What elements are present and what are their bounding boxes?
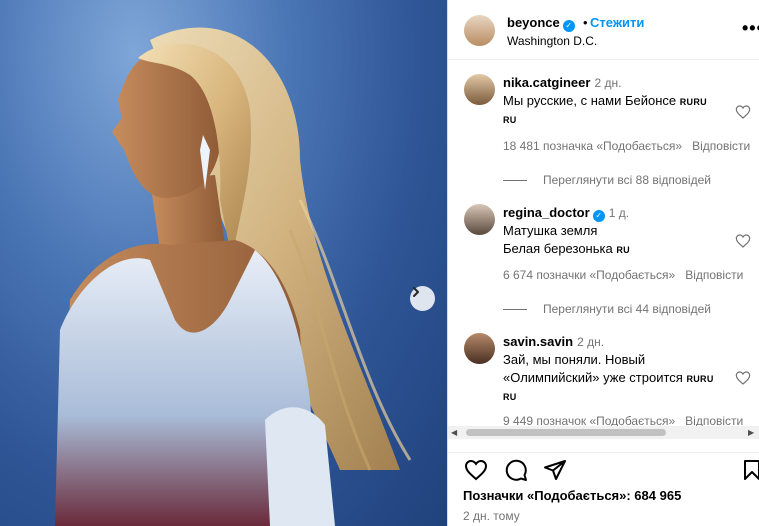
comment-text-line: Зай, мы поняли. Новый xyxy=(503,352,646,367)
comment-time[interactable]: 2 дн. xyxy=(577,335,604,349)
next-photo-button[interactable] xyxy=(410,286,435,311)
comment-icon[interactable] xyxy=(504,458,528,482)
view-replies-button[interactable]: Переглянути всі 44 відповідей xyxy=(503,302,711,316)
comment-time[interactable]: 2 дн. xyxy=(594,76,621,90)
comment-body: savin.savin 2 дн. Зай, мы поняли. Новый «… xyxy=(503,333,733,406)
share-icon[interactable] xyxy=(543,458,567,482)
author-avatar[interactable] xyxy=(464,15,495,46)
heart-icon[interactable] xyxy=(464,458,488,482)
comment-body: nika.catgineer 2 дн. Мы русские, с нами Б… xyxy=(503,74,733,129)
comment-text: Мы русские, с нами Бейонсе RURU xyxy=(503,92,733,111)
comment-avatar[interactable] xyxy=(464,333,495,364)
chevron-right-icon xyxy=(413,287,419,297)
comment-likes[interactable]: 6 674 позначки «Подобається» xyxy=(503,268,675,282)
view-replies-button[interactable]: Переглянути всі 88 відповідей xyxy=(503,173,711,187)
flag-emoji: RURU xyxy=(686,374,714,384)
comment-avatar[interactable] xyxy=(464,74,495,105)
verified-badge-icon: ✓ xyxy=(562,20,575,32)
author-username[interactable]: beyonce ✓ xyxy=(507,15,575,32)
comment-text-content: Белая березонька xyxy=(503,241,613,256)
heart-icon[interactable] xyxy=(735,233,751,249)
comment-username[interactable]: savin.savin xyxy=(503,334,573,349)
post-actions-bar xyxy=(448,452,759,482)
flag-emoji: RURU xyxy=(679,97,707,107)
follow-button[interactable]: Стежити xyxy=(590,15,644,30)
post-timestamp[interactable]: 2 дн. тому xyxy=(463,509,520,523)
author-username-text[interactable]: beyonce xyxy=(507,15,560,30)
flag-emoji: RU xyxy=(616,245,630,255)
scroll-left-arrow-icon[interactable]: ◀ xyxy=(451,428,457,437)
scroll-right-arrow-icon[interactable]: ▶ xyxy=(748,428,754,437)
comment-likes[interactable]: 18 481 позначка «Подобається» xyxy=(503,139,682,153)
post-details-pane: beyonce✓ • Стежити Washington D.C. ••• n… xyxy=(448,0,759,526)
comment-avatar[interactable] xyxy=(464,204,495,235)
comment-time[interactable]: 1 д. xyxy=(609,206,629,220)
separator-dot: • xyxy=(583,15,588,30)
flag-emoji: RU xyxy=(503,115,517,125)
heart-icon[interactable] xyxy=(735,104,751,120)
post-photo xyxy=(0,0,447,526)
heart-icon[interactable] xyxy=(735,370,751,386)
comment-text-line: Матушка земля xyxy=(503,223,598,238)
comment-meta: 6 674 позначки «Подобається» Відповісти xyxy=(503,268,753,282)
verified-badge-icon: ✓ xyxy=(592,210,605,222)
comment-text-content: Мы русские, с нами Бейонсе xyxy=(503,93,677,108)
post-likes-count[interactable]: Позначки «Подобається»: 684 965 xyxy=(463,488,681,503)
photo-illustration xyxy=(55,27,412,526)
reply-button[interactable]: Відповісти xyxy=(692,139,750,153)
scrollbar-thumb[interactable] xyxy=(466,429,666,436)
reply-button[interactable]: Відповісти xyxy=(685,268,743,282)
flag-emoji: RU xyxy=(503,392,517,402)
bookmark-icon[interactable] xyxy=(740,458,759,482)
comment-text-line: Белая березонька RU xyxy=(503,240,733,259)
comment-text-line: «Олимпийский» уже строится RURU xyxy=(503,369,733,388)
comments-horizontal-scrollbar[interactable]: ◀ ▶ xyxy=(448,426,759,439)
comment-username[interactable]: regina_doctor xyxy=(503,205,590,220)
post-location[interactable]: Washington D.C. xyxy=(507,34,597,48)
comment-username[interactable]: nika.catgineer xyxy=(503,75,590,90)
comment-meta: 18 481 позначка «Подобається» Відповісти xyxy=(503,139,759,153)
more-options-button[interactable]: ••• xyxy=(742,18,759,39)
post-header: beyonce✓ • Стежити Washington D.C. ••• xyxy=(448,0,759,60)
comment-body: regina_doctor ✓ 1 д. Матушка земля Белая б… xyxy=(503,204,733,259)
comment-text-content: «Олимпийский» уже строится xyxy=(503,370,683,385)
